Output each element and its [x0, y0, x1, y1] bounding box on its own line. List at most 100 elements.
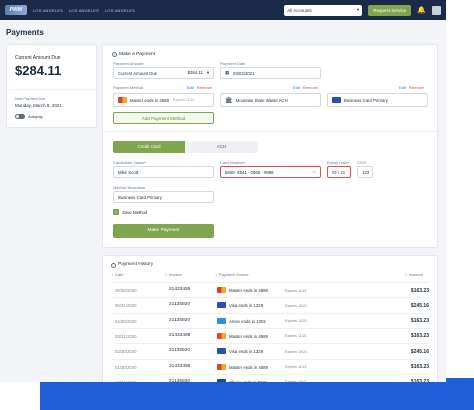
table-row[interactable]: 03/31/2020 21433495 Master ends in 4589 Exp…	[111, 327, 429, 343]
row-expiry: Expires 11/21	[285, 334, 307, 339]
page-title: Payments	[6, 28, 44, 37]
row-expiry: Expires 10/21	[285, 349, 307, 354]
account-select-value: All Accounts	[287, 7, 312, 13]
bank-icon: 🏛	[225, 97, 233, 104]
avatar[interactable]	[432, 5, 441, 15]
expiry-value: 02 / 21	[332, 169, 346, 175]
table-row[interactable]: 12/31/2019 21135920 Chase ends in 5521 Expi…	[111, 373, 429, 382]
bell-icon[interactable]: 🔔	[417, 6, 426, 14]
table-header: ↕ Date ↕ Invoice ↕ Payment Source ↕ Amou…	[111, 272, 429, 280]
card-number-value: 5600- 8541 - 0068 - 9988	[225, 169, 274, 175]
row-invoice: 21135920	[169, 302, 190, 308]
row-expiry: Expires 11/21	[285, 365, 307, 369]
current-amount-value: $284.11	[15, 63, 62, 78]
current-amount-label: Current Amount Due	[15, 55, 61, 61]
payment-amount-label: Payment Amount	[113, 61, 144, 66]
next-payment-date: Monday, March 8, 2021	[15, 103, 62, 108]
sort-icon: ↕	[111, 272, 113, 277]
tab-ach[interactable]: ACH	[185, 141, 258, 153]
sort-icon: ↕	[165, 272, 167, 277]
row-source: Master ends in 4589	[229, 364, 268, 370]
add-payment-method-button[interactable]: Add Payment Method	[113, 112, 214, 124]
row-date: 02/30/2020	[115, 349, 137, 355]
cvv-value: 123	[362, 169, 370, 175]
make-payment-title: Make a Payment	[119, 52, 155, 57]
cvv-field[interactable]: 123	[357, 166, 373, 178]
expiry-field[interactable]: 02 / 21	[327, 166, 351, 178]
payment-date-label: Payment Date	[220, 61, 246, 66]
row-date: 04/30/2020	[115, 318, 137, 324]
col-amount[interactable]: Amount	[409, 272, 423, 277]
payment-method-card-1[interactable]: Master ends in 4589 Expires 11/21	[113, 93, 214, 107]
row-amount: $245.16	[410, 348, 429, 355]
row-source: Master ends in 4589	[229, 288, 268, 293]
circle-plus-icon: +	[112, 52, 117, 57]
cardholder-value: Mike Scott	[118, 169, 139, 175]
payment-date-value: 03/02/2021	[233, 70, 255, 76]
method-2-remove-link[interactable]: Remove	[303, 85, 318, 90]
payment-method-card-2[interactable]: 🏛 Mountain State Waste ACH	[220, 93, 321, 107]
cardholder-field[interactable]: Mike Scott	[113, 166, 214, 178]
row-source: Amex ends in 1002	[229, 318, 266, 324]
nickname-value: Business Card Primary	[118, 194, 162, 200]
col-invoice[interactable]: Invoice	[169, 272, 182, 277]
tab-credit-card[interactable]: Credit Card	[113, 141, 185, 153]
visa-icon	[217, 302, 226, 309]
payment-amount-value: $284.11	[187, 70, 203, 75]
chase-icon	[217, 378, 226, 382]
card-number-field[interactable]: 5600- 8541 - 0068 - 9988 ▭	[220, 166, 321, 178]
nickname-field[interactable]: Business Card Primary	[113, 191, 214, 203]
cvv-label: CVV*	[357, 160, 367, 165]
account-select[interactable]: All Accounts ▾	[284, 4, 363, 16]
table-row[interactable]: 01/30/2020 21433495 Master ends in 4589 Exp…	[111, 358, 429, 374]
mastercard-icon	[217, 332, 226, 339]
row-amount: $245.16	[410, 302, 429, 309]
method-2-edit-link[interactable]: Edit	[293, 85, 300, 90]
row-amount: $163.23	[410, 333, 429, 340]
row-invoice: 21135920	[169, 317, 190, 323]
brand-logo[interactable]: PWW	[5, 5, 27, 15]
mastercard-icon	[118, 97, 127, 103]
col-date[interactable]: Date	[115, 272, 123, 277]
method-3-actions: Edit Remove	[399, 85, 424, 90]
autopay-toggle[interactable]	[15, 114, 25, 119]
payment-date-field[interactable]: ▦ 03/02/2021	[220, 67, 321, 79]
row-amount: $163.23	[410, 318, 429, 325]
divider	[7, 89, 98, 90]
divider	[103, 131, 439, 132]
payment-amount-select[interactable]: Current Amount Due $284.11 ▾	[113, 67, 214, 79]
amex-icon	[217, 317, 226, 324]
nav-tab-1[interactable]: LOS ANGELES	[33, 8, 63, 13]
payment-method-card-3[interactable]: Business Card Primary	[327, 93, 428, 107]
request-service-button[interactable]: Request Service	[368, 4, 412, 16]
row-invoice: 21135920	[169, 348, 190, 354]
row-invoice: 21433495	[169, 287, 191, 292]
method-3-edit-link[interactable]: Edit	[399, 85, 406, 90]
method-3-remove-link[interactable]: Remove	[409, 85, 424, 90]
table-row[interactable]: 02/30/2020 21135920 Visa ends in 1329 Expir…	[111, 343, 429, 358]
table-row[interactable]: 04/30/2020 21135920 Amex ends in 1002 Expir…	[111, 312, 429, 328]
nav-tab-3[interactable]: LOS ANGELES	[105, 8, 135, 13]
make-payment-button[interactable]: Make Payment	[113, 224, 214, 238]
circle-icon	[111, 263, 116, 268]
method-1-remove-link[interactable]: Remove	[197, 85, 212, 90]
row-invoice: 21433495	[169, 363, 191, 369]
method-1-edit-link[interactable]: Edit	[187, 85, 194, 90]
mastercard-icon	[217, 363, 226, 370]
row-expiry: Expires 10/21	[285, 303, 307, 308]
save-method-label: Save Method	[122, 210, 148, 215]
row-source: Visa ends in 1329	[229, 303, 264, 309]
sort-icon: ↕	[405, 272, 407, 277]
save-method-checkbox[interactable]: ✓	[113, 209, 119, 215]
table-row[interactable]: 06/30/2020 21433495 Master ends in 4589 Exp…	[111, 282, 429, 297]
method-1-name: Master ends in 4589	[130, 97, 169, 103]
col-source[interactable]: Payment Source	[219, 272, 249, 277]
expiry-label: Expiry Date*	[327, 160, 350, 165]
row-date: 03/31/2020	[115, 333, 137, 339]
nav-tab-2[interactable]: LOS ANGELES	[69, 8, 99, 13]
background-blue-band	[40, 378, 474, 410]
toggle-knob	[16, 115, 19, 118]
sort-icon: ↕	[215, 272, 217, 277]
table-row[interactable]: 05/31/2020 21135920 Visa ends in 1329 Expir…	[111, 297, 429, 312]
method-2-name: Mountain State Waste ACH	[235, 97, 288, 103]
